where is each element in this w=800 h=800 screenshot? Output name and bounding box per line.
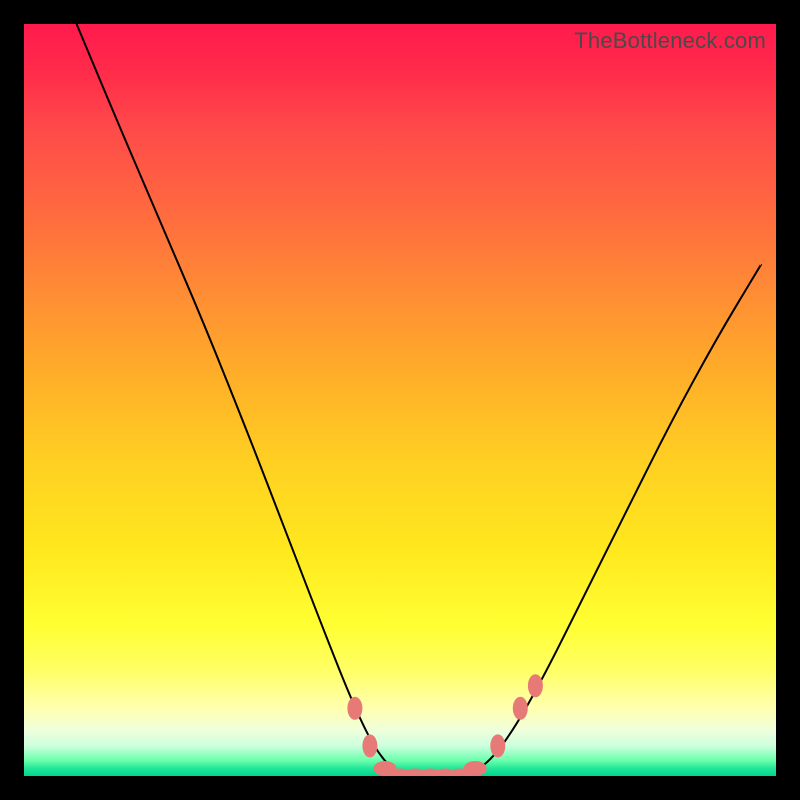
chart-frame: TheBottleneck.com [0,0,800,800]
trough-marker [528,675,542,697]
watermark-text: TheBottleneck.com [574,28,766,54]
bottleneck-curve [77,24,761,776]
trough-marker [513,697,527,719]
trough-marker [348,697,362,719]
trough-marker [464,762,486,776]
plot-area: TheBottleneck.com [24,24,776,776]
bottleneck-curve-svg [24,24,776,776]
trough-marker [363,735,377,757]
trough-marker-group [348,675,543,776]
trough-marker [491,735,505,757]
